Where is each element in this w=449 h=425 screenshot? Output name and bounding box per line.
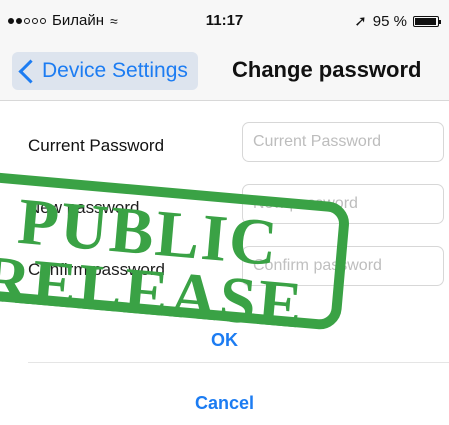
confirm-password-row: Confirm password — [0, 240, 449, 302]
new-password-input[interactable] — [242, 184, 444, 224]
location-arrow-icon: ➚ — [354, 13, 367, 30]
confirm-password-label: Confirm password — [28, 260, 165, 279]
current-password-row: Current Password — [0, 116, 449, 178]
battery-percent: 95 % — [372, 12, 407, 30]
current-password-input[interactable] — [242, 122, 444, 162]
navigation-bar: Device Settings Change password — [0, 42, 449, 101]
new-password-label: New password — [28, 198, 140, 217]
current-password-label: Current Password — [28, 136, 165, 155]
back-button-label: Device Settings — [42, 59, 188, 82]
back-button[interactable]: Device Settings — [12, 52, 198, 90]
confirm-password-input[interactable] — [242, 246, 444, 286]
action-buttons: OK Cancel — [0, 318, 449, 425]
ok-button[interactable]: OK — [0, 318, 449, 362]
status-right: ➚ 95 % — [354, 12, 441, 30]
status-bar: Билайн ≈ 11:17 ➚ 95 % — [0, 0, 449, 42]
battery-icon — [413, 15, 441, 27]
cancel-button[interactable]: Cancel — [0, 381, 449, 425]
password-form: Current Password New password Confirm pa… — [0, 116, 449, 302]
divider — [28, 362, 449, 363]
new-password-row: New password — [0, 178, 449, 240]
page-title: Change password — [232, 57, 422, 82]
